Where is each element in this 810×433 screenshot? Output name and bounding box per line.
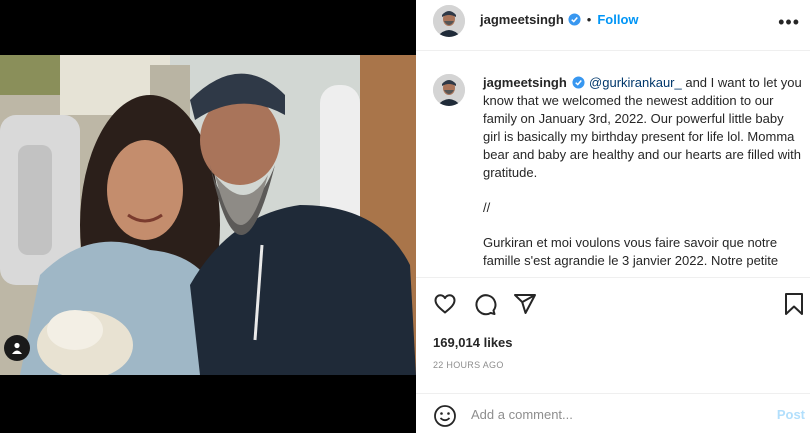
avatar-image [433,5,465,37]
verified-badge-icon [568,13,581,26]
heart-icon[interactable] [433,292,457,316]
user-tag-icon [12,342,22,354]
caption-paragraph: jagmeetsingh @gurkirankaur_ and I want t… [483,74,803,182]
post-photo[interactable] [0,55,416,375]
likes-count[interactable]: 169,014 likes [433,335,513,350]
post-comment-button[interactable]: Post [777,407,805,422]
post-header: jagmeetsingh • Follow ••• [416,0,810,51]
caption-text: jagmeetsingh @gurkirankaur_ and I want t… [483,74,803,277]
avatar-image [433,74,465,106]
smiley-icon[interactable] [433,404,457,428]
caption-avatar[interactable] [433,74,465,106]
comment-input[interactable] [471,402,751,426]
caption-area: jagmeetsingh @gurkirankaur_ and I want t… [416,52,810,278]
comment-icon[interactable] [473,292,497,316]
post-timestamp[interactable]: 22 HOURS AGO [433,360,504,370]
instagram-post-modal: jagmeetsingh • Follow ••• jagmeetsingh @… [0,0,810,433]
caption-username[interactable]: jagmeetsingh [483,75,567,90]
caption-mention-link[interactable]: @gurkirankaur_ [589,75,682,90]
photo-illustration [0,55,416,375]
bookmark-icon[interactable] [783,292,805,316]
header-username[interactable]: jagmeetsingh [480,12,564,27]
more-options-button[interactable]: ••• [778,12,800,33]
paper-plane-icon[interactable] [513,292,537,316]
comment-bar: Post [416,393,810,433]
avatar[interactable] [433,5,465,37]
verified-badge-icon [572,76,585,89]
caption-separator: // [483,200,491,215]
separator-dot: • [586,12,592,27]
caption-body-en: and I want to let you know that we welco… [483,75,802,180]
header-user-info: jagmeetsingh • Follow [480,12,639,27]
follow-button[interactable]: Follow [597,12,638,27]
action-bar [416,278,810,328]
caption-body-fr: Gurkiran et moi voulons vous faire savoi… [483,235,779,268]
post-media [0,0,416,433]
post-side-panel: jagmeetsingh • Follow ••• jagmeetsingh @… [416,0,810,433]
tagged-users-button[interactable] [4,335,30,361]
